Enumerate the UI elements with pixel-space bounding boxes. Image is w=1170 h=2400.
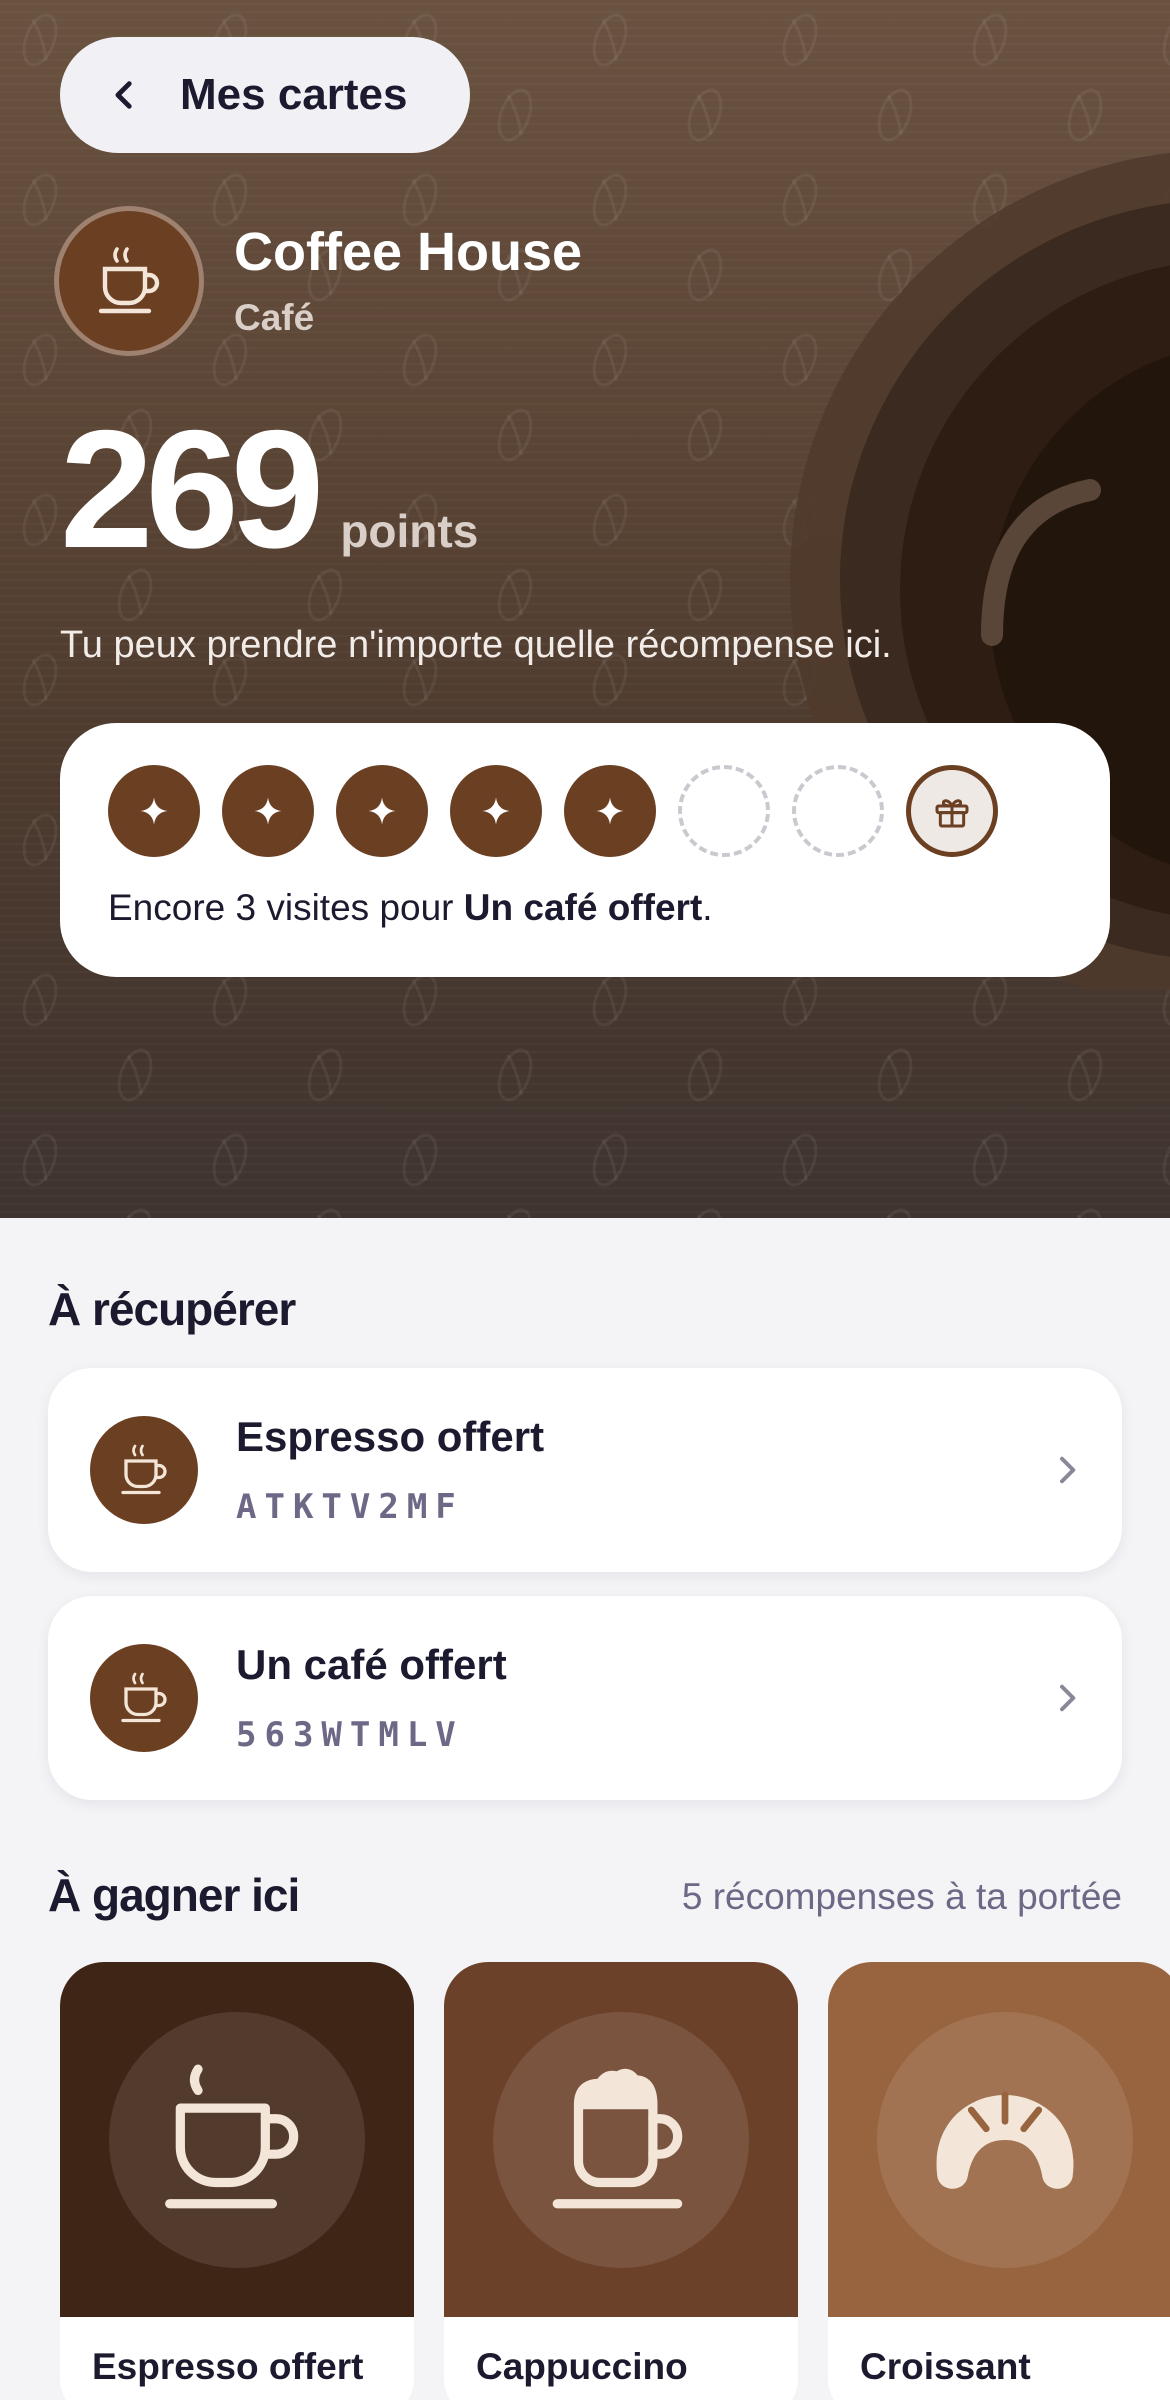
reward-card[interactable]: Espresso offert <box>60 1962 414 2400</box>
reward-card[interactable]: Cappuccino offert <box>444 1962 798 2400</box>
croissant-icon <box>936 2091 1074 2189</box>
coffee-cup-icon <box>121 1444 167 1495</box>
stamp-progress-text: Encore 3 visites pour Un café offert. <box>108 887 713 928</box>
stamp-filled <box>222 765 314 857</box>
stamp-reward <box>906 765 998 857</box>
back-button-label: Mes cartes <box>180 70 408 119</box>
coffee-cup-icon <box>98 247 160 314</box>
points-unit: points <box>340 505 479 557</box>
redeem-section-title: À récupérer <box>48 1283 296 1335</box>
chevron-left-icon <box>115 81 132 109</box>
reward-card-image <box>60 1962 414 2317</box>
stamp-filled <box>564 765 656 857</box>
merchant-header: Coffee House Café <box>54 206 582 356</box>
chevron-right-icon <box>1060 1684 1076 1712</box>
merchant-logo <box>54 206 204 356</box>
gift-icon <box>935 799 969 828</box>
sparkle-icon <box>596 797 624 825</box>
points-value: 269 <box>60 395 324 583</box>
espresso-cup-icon <box>165 2064 299 2208</box>
stamp-empty <box>792 765 884 857</box>
reward-card-name: Espresso offert <box>92 2346 364 2387</box>
reward-card-image <box>828 1962 1170 2317</box>
card-hero: Mes cartes Coffee House Café 269 points … <box>0 0 1170 1218</box>
reward-card-name: Cappuccino offert <box>476 2346 688 2400</box>
reward-card[interactable]: Croissant gratuit <box>828 1962 1170 2400</box>
back-button[interactable]: Mes cartes <box>60 37 470 153</box>
redeem-item[interactable]: Un café offert 563WTMLV <box>48 1596 1122 1800</box>
stamp-filled <box>450 765 542 857</box>
stamp-filled <box>108 765 200 857</box>
stamp-row <box>108 765 1062 857</box>
earn-section-title: À gagner ici <box>48 1869 300 1921</box>
stamp-reward-name: Un café offert <box>463 887 703 928</box>
redeem-item-code: 563WTMLV <box>236 1715 464 1755</box>
redeem-item-name: Espresso offert <box>236 1413 545 1460</box>
stamp-filled <box>336 765 428 857</box>
sparkle-icon <box>140 797 168 825</box>
redeem-hint: Tu peux prendre n'importe quelle récompe… <box>60 624 892 666</box>
chevron-right-icon <box>1060 1456 1076 1484</box>
sparkle-icon <box>482 797 510 825</box>
reward-card-image <box>444 1962 798 2317</box>
stamp-empty <box>678 765 770 857</box>
redeem-item-code: ATKTV2MF <box>236 1487 464 1527</box>
merchant-category: Café <box>234 296 315 338</box>
coffee-cup-icon <box>121 1672 167 1723</box>
sparkle-icon <box>254 797 282 825</box>
earn-section-subtitle: 5 récompenses à ta portée <box>681 1876 1122 1917</box>
sparkle-icon <box>368 797 396 825</box>
merchant-name: Coffee House <box>234 222 583 283</box>
redeem-item-name: Un café offert <box>236 1641 507 1688</box>
stamp-card: Encore 3 visites pour Un café offert. <box>60 723 1110 977</box>
points-balance: 269 points <box>60 405 478 573</box>
cappuccino-cup-icon <box>552 2068 683 2208</box>
reward-icon <box>90 1644 198 1752</box>
reward-card-name: Croissant gratuit <box>860 2346 1031 2400</box>
reward-icon <box>90 1416 198 1524</box>
redeem-item[interactable]: Espresso offert ATKTV2MF <box>48 1368 1122 1572</box>
